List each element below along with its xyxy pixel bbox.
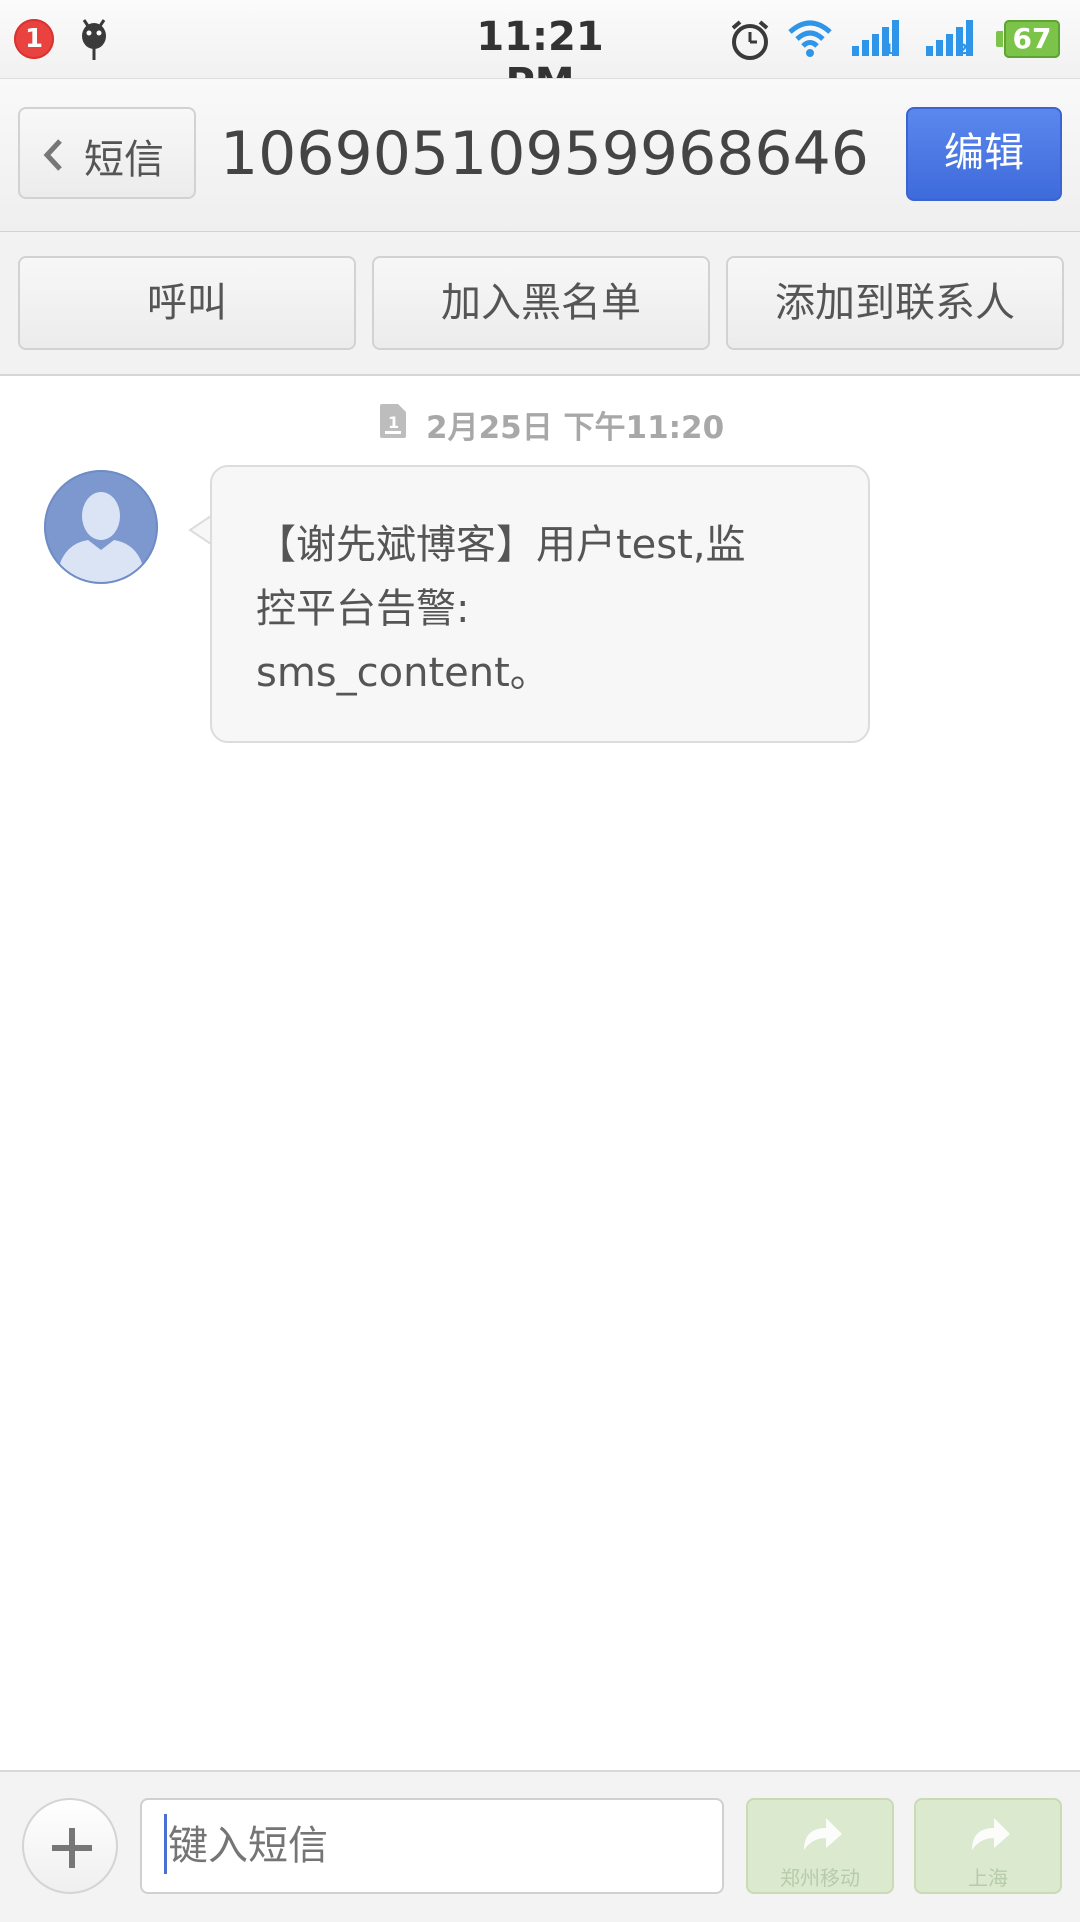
attach-button[interactable] [22, 1798, 118, 1894]
signal-sim1-icon: 1 [852, 20, 899, 58]
add-to-contacts-button[interactable]: 添加到联系人 [726, 256, 1064, 350]
debug-bug-icon [82, 19, 106, 60]
send-sim2-button[interactable]: 上海 [914, 1798, 1062, 1894]
edit-button[interactable]: 编辑 [906, 107, 1062, 201]
send-arrow-icon [804, 1818, 842, 1850]
title-bar: 短信 10690510959968646 编辑 [0, 78, 1080, 233]
text-caret [164, 1814, 167, 1874]
battery-icon: 67 [1004, 20, 1060, 58]
wifi-icon [788, 20, 832, 57]
back-button[interactable]: 短信 [18, 107, 196, 199]
send-sim1-label: 郑州移动 [780, 1866, 860, 1890]
message-input[interactable] [140, 1798, 724, 1894]
contact-avatar[interactable] [44, 470, 158, 584]
sim-card-icon: 1 [380, 404, 406, 438]
send-arrow-icon [972, 1818, 1010, 1850]
default-person-icon [44, 470, 158, 584]
add-to-blacklist-button[interactable]: 加入黑名单 [372, 256, 710, 350]
notification-badge: 1 [14, 19, 54, 59]
svg-text:1: 1 [884, 42, 894, 58]
call-button[interactable]: 呼叫 [18, 256, 356, 350]
message-text: 【谢先斌博客】用户test,监 控平台告警: sms_content。 [256, 522, 746, 696]
compose-bar: 郑州移动 上海 [0, 1770, 1080, 1922]
message-bubble[interactable]: 【谢先斌博客】用户test,监 控平台告警: sms_content。 [210, 465, 870, 743]
back-label: 短信 [84, 137, 164, 183]
message-timestamp: 2月25日 下午11:20 [426, 410, 725, 446]
plus-icon [52, 1828, 92, 1868]
message-timestamp-row: 1 2月25日 下午11:20 [0, 400, 1080, 448]
signal-sim2-icon: 2 [926, 20, 973, 58]
page-title: 10690510959968646 [220, 119, 869, 189]
chevron-left-icon [43, 139, 62, 171]
battery-nub [996, 31, 1003, 47]
action-bar: 呼叫 加入黑名单 添加到联系人 [0, 232, 1080, 376]
send-sim2-label: 上海 [968, 1866, 1008, 1890]
send-sim1-button[interactable]: 郑州移动 [746, 1798, 894, 1894]
svg-text:2: 2 [958, 42, 968, 58]
status-bar: 1 11:21 PM 1 2 67 [0, 0, 1080, 106]
alarm-icon [731, 20, 769, 60]
svg-text:1: 1 [388, 413, 399, 432]
